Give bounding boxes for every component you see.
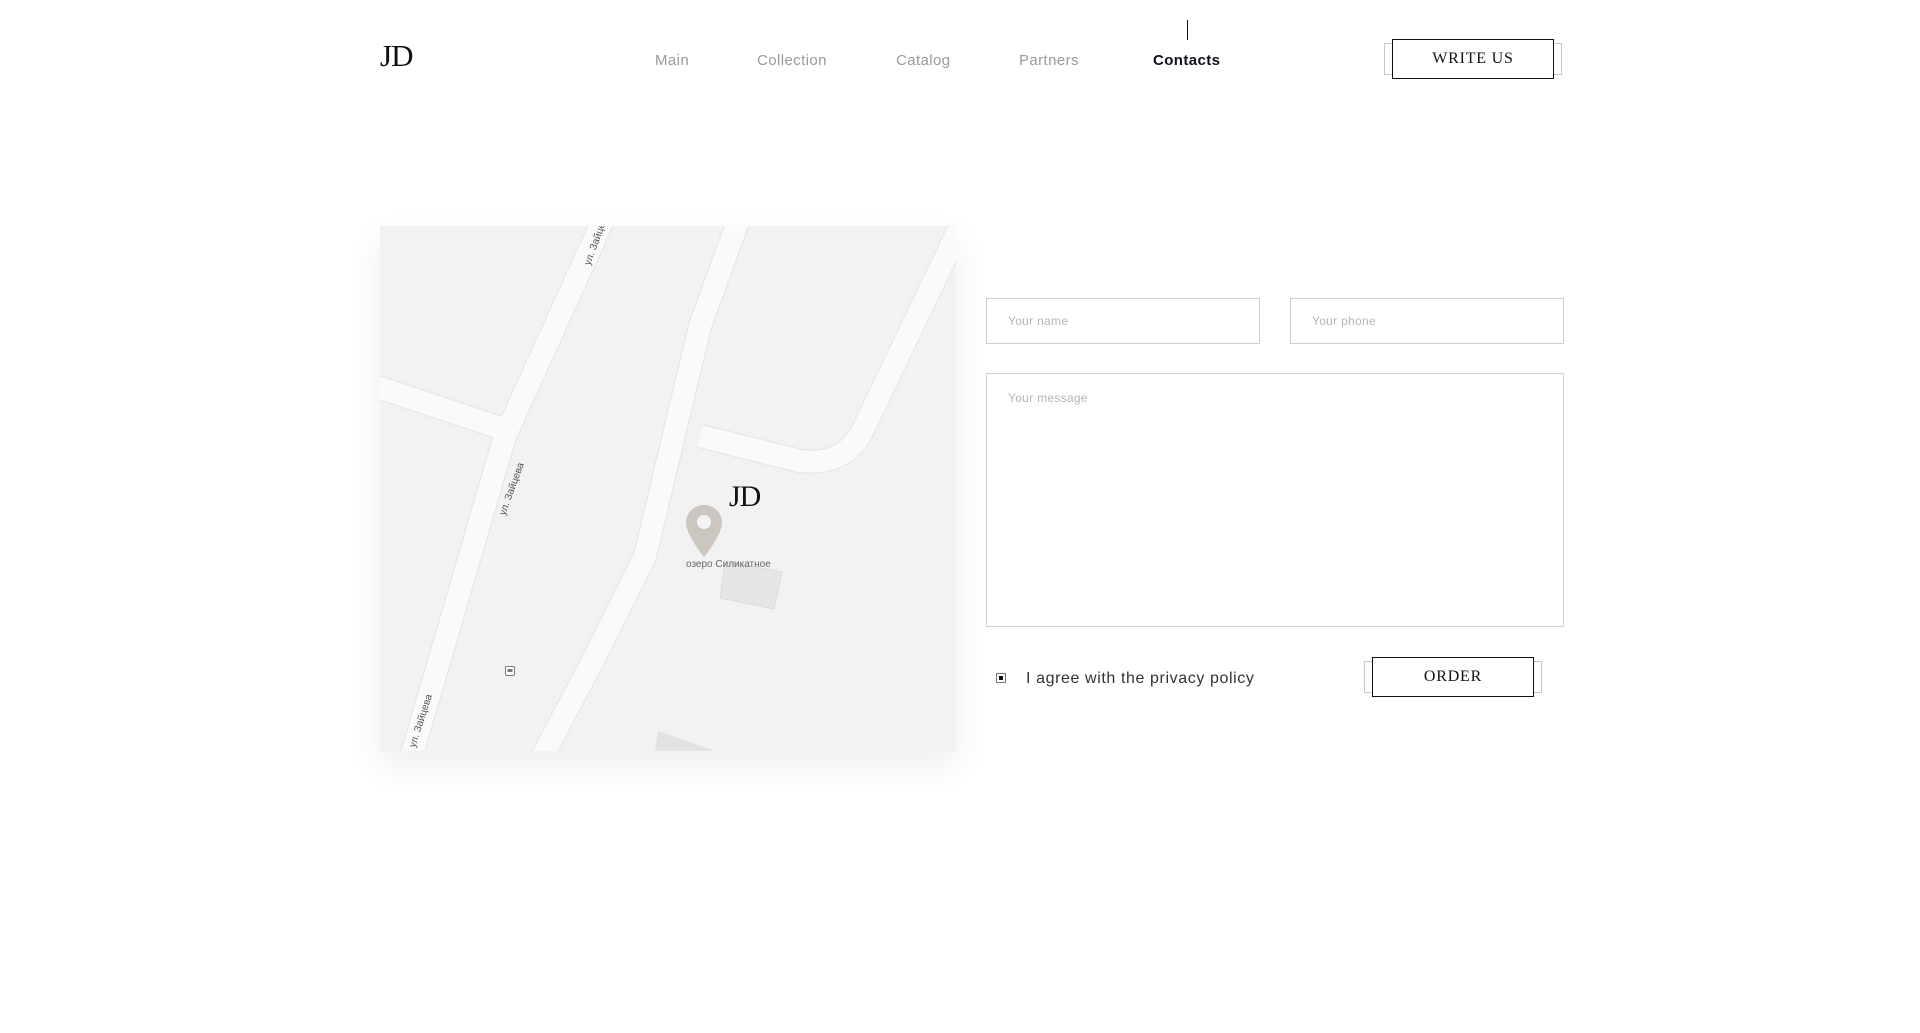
write-us-button[interactable]: WRITE US — [1384, 39, 1574, 81]
name-input[interactable] — [986, 298, 1260, 344]
nav-item-collection[interactable]: Collection — [757, 52, 827, 69]
main-nav: Main Collection Catalog Partners Contact… — [0, 52, 1920, 70]
write-us-label: WRITE US — [1432, 50, 1514, 67]
checkbox-check-icon — [999, 676, 1003, 680]
phone-input[interactable] — [1290, 298, 1564, 344]
order-label: ORDER — [1423, 668, 1483, 685]
map-marker-logo: JD — [729, 480, 761, 513]
map-canvas: ул. Зайцева ул. Зайцева ул. Зайцева — [380, 226, 956, 751]
map-place-label: озеро Силикатное — [686, 559, 771, 570]
nav-item-main[interactable]: Main — [655, 52, 689, 69]
location-map[interactable]: ул. Зайцева ул. Зайцева ул. Зайцева JD о… — [380, 226, 956, 751]
active-nav-indicator — [1187, 20, 1188, 40]
message-textarea[interactable] — [986, 373, 1564, 627]
privacy-label[interactable]: I agree with the privacy policy — [1026, 670, 1254, 688]
nav-item-contacts[interactable]: Contacts — [1153, 52, 1220, 69]
nav-item-catalog[interactable]: Catalog — [896, 52, 951, 69]
order-button[interactable]: ORDER — [1364, 657, 1552, 700]
nav-item-partners[interactable]: Partners — [1019, 52, 1079, 69]
privacy-checkbox[interactable] — [996, 673, 1006, 683]
